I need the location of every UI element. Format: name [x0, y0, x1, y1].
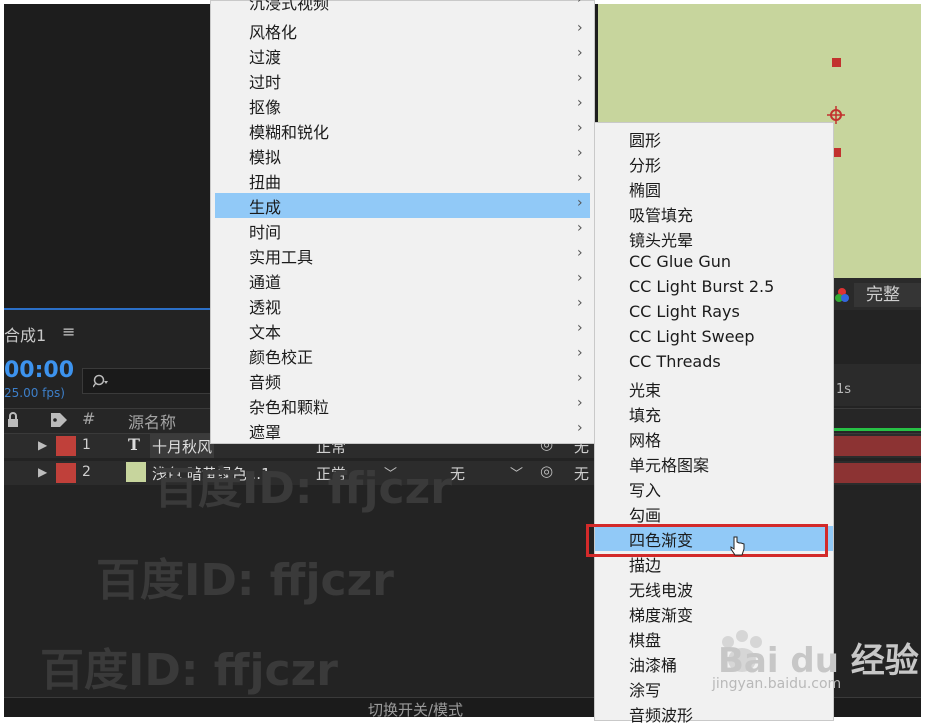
layer-number: 2 [82, 464, 91, 480]
menu-item[interactable]: 实用工具 › [215, 243, 590, 268]
menu-item[interactable]: 时间 › [215, 218, 590, 243]
panel-menu-icon[interactable]: ≡ [62, 322, 75, 341]
chevron-right-icon: › [577, 195, 583, 211]
chevron-right-icon: › [577, 370, 583, 386]
chevron-right-icon: › [577, 120, 583, 136]
layer-label-color[interactable] [56, 463, 76, 483]
submenu-item[interactable]: 填充 [595, 401, 833, 426]
resolution-dropdown[interactable]: 完整 [854, 283, 921, 307]
chevron-right-icon: › [577, 320, 583, 336]
parent-pickwhip-icon[interactable]: ◎ [540, 462, 553, 480]
menu-item[interactable]: 沉浸式视频› [215, 0, 590, 14]
chevron-right-icon: › [577, 395, 583, 411]
chevron-right-icon: › [577, 270, 583, 286]
submenu-item[interactable]: CC Glue Gun [595, 251, 833, 276]
column-source-name-header[interactable]: 源名称 [128, 409, 176, 433]
submenu-item[interactable]: 椭圆 [595, 176, 833, 201]
menu-item[interactable]: 抠像 › [215, 93, 590, 118]
lock-icon[interactable] [6, 412, 20, 428]
menu-item[interactable]: 遮罩 › [215, 418, 590, 443]
menu-item[interactable]: 颜色校正 › [215, 343, 590, 368]
menu-item[interactable]: 文本 › [215, 318, 590, 343]
menu-item[interactable]: 杂色和颗粒 › [215, 393, 590, 418]
menu-item-generate[interactable]: 生成 › [215, 193, 590, 218]
menu-item[interactable]: 模糊和锐化 › [215, 118, 590, 143]
parent-dropdown[interactable]: 无 [574, 463, 589, 484]
submenu-item[interactable]: 音频波形 [595, 701, 833, 726]
work-area-bar[interactable] [834, 428, 921, 431]
chevron-right-icon: › [577, 345, 583, 361]
layer-handle[interactable] [832, 58, 841, 67]
viewer-active-indicator [4, 308, 214, 310]
submenu-item[interactable]: 吸管填充 [595, 201, 833, 226]
chevron-right-icon: › [577, 170, 583, 186]
search-icon [93, 374, 108, 388]
chevron-right-icon: › [577, 245, 583, 261]
baidu-logo-url: jingyan.baidu.com [712, 676, 842, 692]
solid-layer-icon [126, 462, 146, 482]
submenu-item[interactable]: 镜头光晕 [595, 226, 833, 251]
submenu-item[interactable]: 写入 [595, 476, 833, 501]
chevron-down-icon[interactable]: ﹀ [510, 463, 523, 482]
layer-label-color[interactable] [56, 436, 76, 456]
submenu-item[interactable]: CC Light Rays [595, 301, 833, 326]
ruler-tick-label: 1s [836, 382, 852, 397]
chevron-right-icon: › [577, 0, 583, 7]
expand-triangle-icon[interactable]: ▶ [38, 438, 47, 452]
label-tag-icon[interactable] [50, 412, 68, 428]
chevron-right-icon: › [577, 45, 583, 61]
layer-duration-bar[interactable] [834, 436, 921, 456]
chevron-right-icon: › [577, 295, 583, 311]
frame-rate-label: 25.00 fps) [4, 386, 65, 400]
submenu-item[interactable]: 圆形 [595, 126, 833, 151]
watermark-text: 百度ID: ffjczr [96, 555, 394, 606]
menu-item[interactable]: 透视 › [215, 293, 590, 318]
chevron-right-icon: › [577, 220, 583, 236]
submenu-item[interactable]: CC Light Burst 2.5 [595, 276, 833, 301]
mouse-cursor-icon [730, 536, 745, 556]
menu-item[interactable]: 模拟 › [215, 143, 590, 168]
chevron-right-icon: › [577, 420, 583, 436]
watermark-text: 百度ID: ffjczr [154, 463, 452, 514]
effects-menu: 沉浸式视频› 风格化› 过渡› 过时› 抠像› 模糊和锐化› 模拟› 扭曲› 生… [210, 0, 595, 444]
composition-tab[interactable]: 合成1 [4, 322, 46, 346]
submenu-item[interactable]: 单元格图案 [595, 451, 833, 476]
submenu-item[interactable]: 无线电波 [595, 576, 833, 601]
layer-duration-bar[interactable] [834, 463, 921, 483]
chevron-right-icon: › [577, 95, 583, 111]
submenu-item[interactable]: 勾画 [595, 501, 833, 526]
submenu-item[interactable]: 分形 [595, 151, 833, 176]
layer-search-input[interactable] [82, 368, 216, 394]
toggle-switches-modes-button[interactable]: 切换开关/模式 [368, 699, 463, 717]
expand-triangle-icon[interactable]: ▶ [38, 465, 47, 479]
menu-item[interactable]: 过时 › [215, 68, 590, 93]
color-channels-icon[interactable] [834, 287, 850, 303]
menu-item[interactable]: 过渡 › [215, 43, 590, 68]
submenu-item[interactable]: CC Light Sweep [595, 326, 833, 351]
column-number-header: # [82, 409, 96, 428]
menu-item[interactable]: 风格化 › [215, 18, 590, 43]
chevron-right-icon: › [577, 70, 583, 86]
text-layer-icon: T [128, 435, 140, 454]
watermark-text: 百度ID: ffjczr [40, 645, 338, 696]
current-time-display[interactable]: 00:00 [4, 358, 74, 383]
menu-item[interactable]: 通道 › [215, 268, 590, 293]
layer-number: 1 [82, 437, 91, 453]
annotation-highlight-box [586, 524, 828, 557]
chevron-right-icon: › [577, 20, 583, 36]
submenu-item[interactable]: CC Threads [595, 351, 833, 376]
track-matte-dropdown[interactable]: 无 [450, 463, 465, 484]
baidu-logo-text: Bai du 经验 [718, 641, 919, 681]
submenu-item[interactable]: 光束 [595, 376, 833, 401]
submenu-item[interactable]: 网格 [595, 426, 833, 451]
chevron-right-icon: › [577, 145, 583, 161]
menu-item[interactable]: 音频 › [215, 368, 590, 393]
menu-item[interactable]: 扭曲 › [215, 168, 590, 193]
